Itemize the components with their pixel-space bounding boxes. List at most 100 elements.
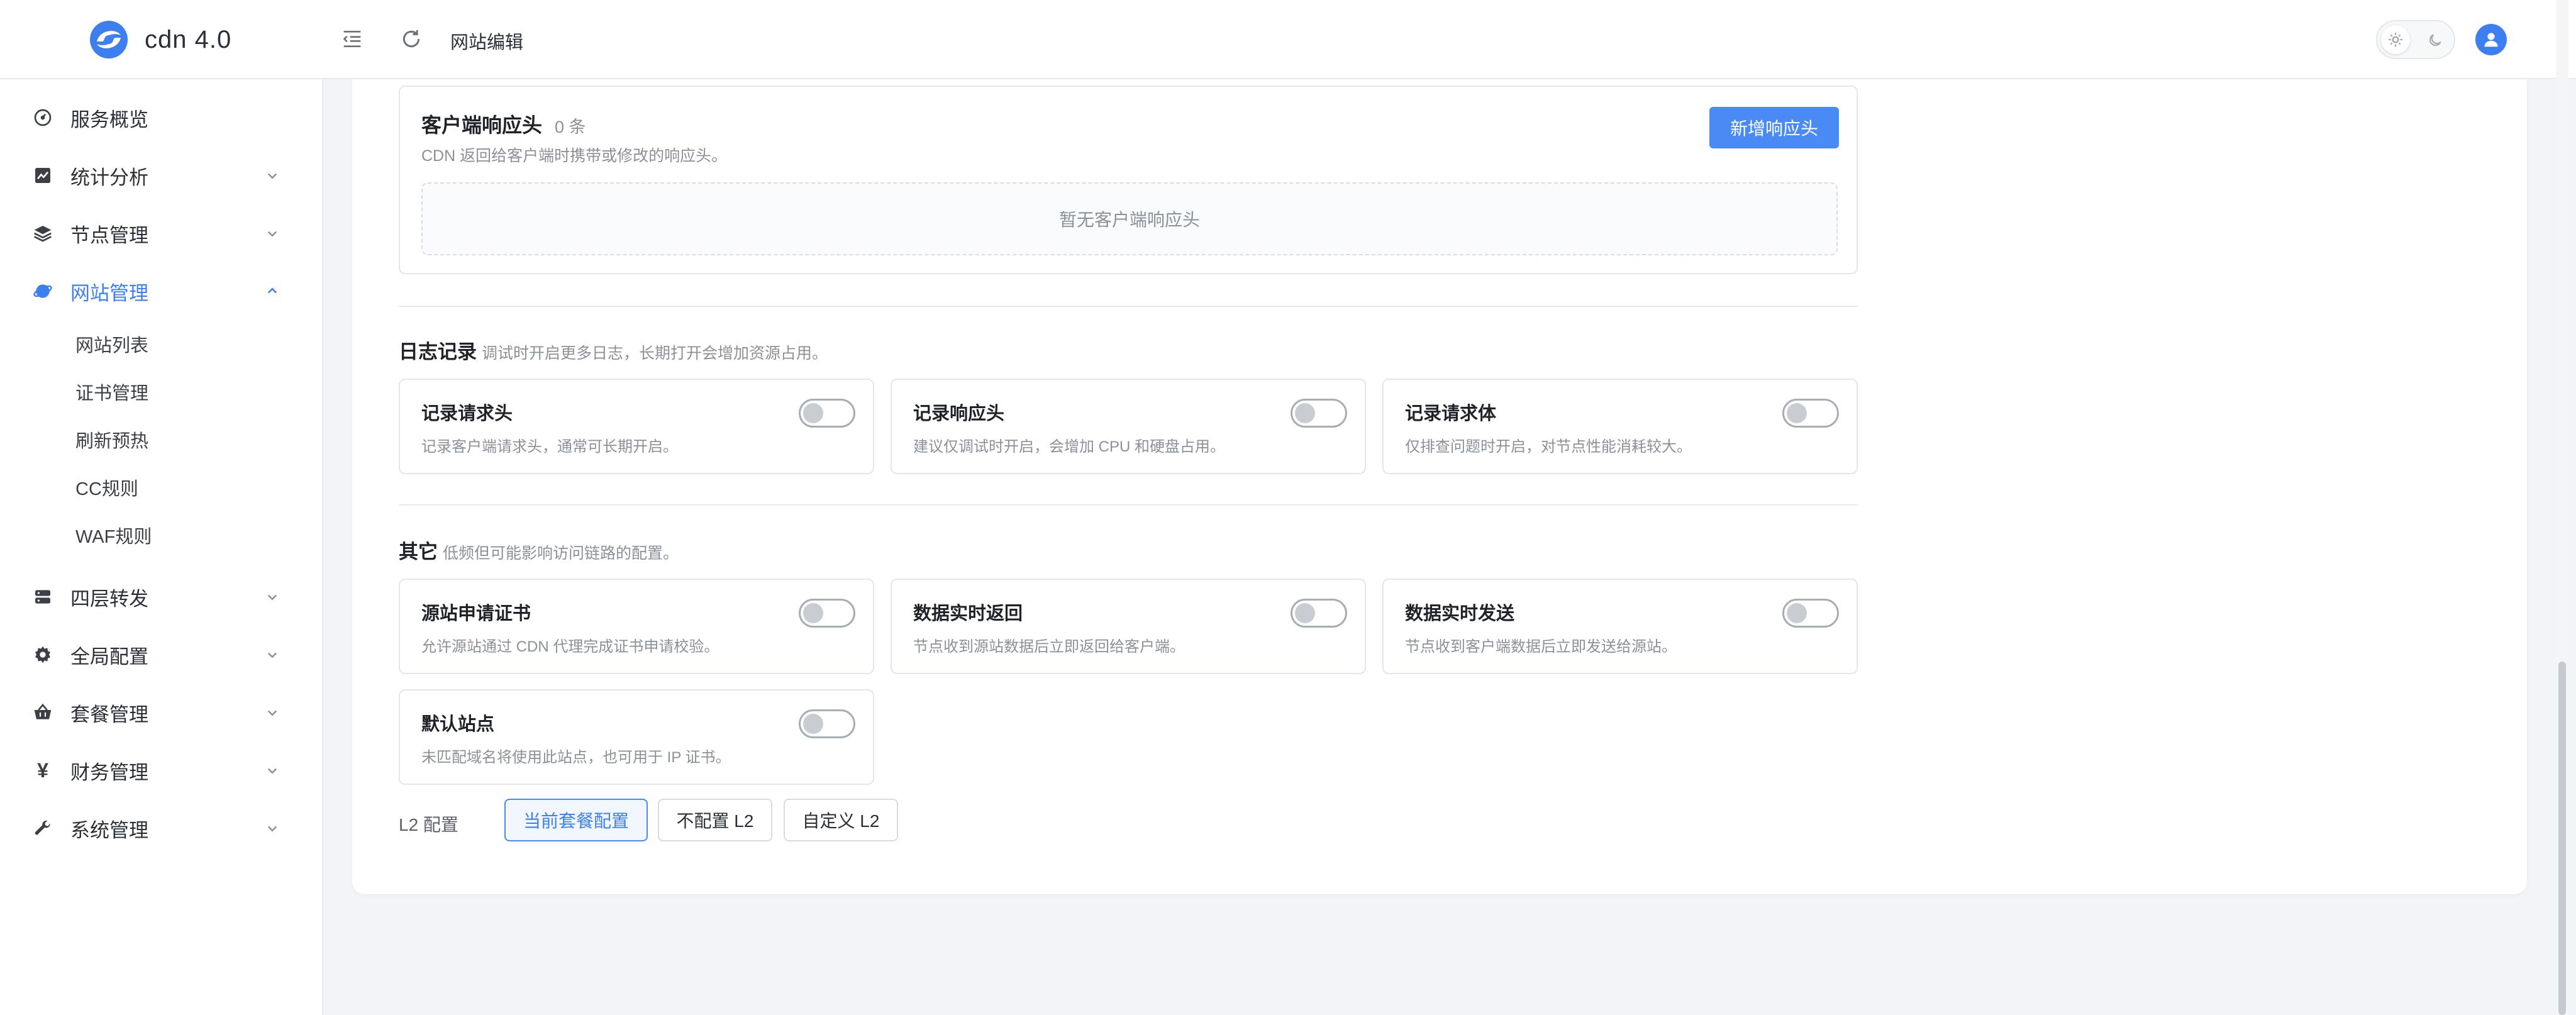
chart-icon: [35, 168, 50, 183]
add-response-header-button[interactable]: 新增响应头: [1709, 107, 1839, 148]
response-headers-panel: 客户端响应头 0 条 CDN 返回给客户端时携带或修改的响应头。 新增响应头 暂…: [399, 86, 1858, 274]
other-section-title: 其它: [399, 541, 438, 563]
sidebar-item-l4-forward[interactable]: 四层转发: [0, 569, 322, 625]
empty-state-text: 暂无客户端响应头: [1058, 210, 1200, 230]
chevron-down-icon: [267, 594, 277, 601]
sidebar-item-global-config[interactable]: 全局配置: [0, 626, 322, 683]
wrench-icon: [35, 820, 51, 835]
sidebar-item-label: 财务管理: [70, 761, 148, 784]
option-title: 记录请求体: [1405, 404, 1497, 424]
option-description: 记录客户端请求头，通常可长期开启。: [421, 438, 678, 455]
l2-option-none[interactable]: 不配置 L2: [658, 799, 772, 841]
sidebar-item-finance[interactable]: ¥ 财务管理: [0, 742, 322, 799]
realtime-return-card: 数据实时返回 节点收到源站数据后立即返回给客户端。: [891, 579, 1366, 674]
logging-section-title: 日志记录: [399, 341, 477, 363]
sidebar-item-label: 套餐管理: [70, 703, 148, 726]
sidebar-item-label: 服务概览: [70, 108, 148, 131]
log-response-headers-toggle[interactable]: [1291, 399, 1347, 428]
scrollbar-thumb[interactable]: [2558, 662, 2566, 1015]
yen-icon: ¥: [37, 758, 48, 782]
sidebar-item-system[interactable]: 系统管理: [0, 800, 322, 857]
server-icon: [35, 590, 50, 604]
sidebar-item-label: 网站管理: [70, 282, 148, 304]
option-description: 未匹配域名将使用此站点，也可用于 IP 证书。: [421, 749, 731, 766]
user-icon: [2484, 33, 2498, 47]
option-title: 记录响应头: [913, 404, 1005, 424]
chevron-up-icon: [267, 287, 277, 294]
sidebar-item-websites[interactable]: 网站管理: [0, 263, 322, 319]
sidebar-item-plans[interactable]: 套餐管理: [0, 684, 322, 741]
chevron-down-icon: [267, 710, 277, 716]
theme-toggle[interactable]: [2376, 20, 2455, 59]
default-site-card: 默认站点 未匹配域名将使用此站点，也可用于 IP 证书。: [399, 689, 874, 785]
l2-config-label: L2 配置: [399, 815, 458, 835]
chevron-down-icon: [267, 768, 277, 774]
logo-icon: [90, 21, 128, 58]
option-title: 源站申请证书: [421, 604, 531, 624]
origin-cert-request-toggle[interactable]: [799, 599, 855, 628]
app-logo[interactable]: cdn 4.0: [88, 19, 231, 60]
response-headers-title: 客户端响应头: [421, 114, 543, 136]
other-section-header: 其它 低频但可能影响访问链路的配置。: [399, 536, 679, 564]
sun-icon: [2381, 25, 2410, 54]
logging-section-header: 日志记录 调试时开启更多日志，长期打开会增加资源占用。: [399, 336, 828, 364]
refresh-icon[interactable]: [399, 26, 424, 52]
sidebar-item-label: 系统管理: [70, 819, 148, 841]
sidebar-item-statistics[interactable]: 统计分析: [0, 147, 322, 204]
option-description: 仅排查问题时开启，对节点性能消耗较大。: [1405, 438, 1692, 455]
sidebar: 服务概览 统计分析 节点管理 网站管理 网站列表 证书管理 刷新预热 CC规则 …: [0, 79, 323, 1015]
log-request-headers-toggle[interactable]: [799, 399, 855, 428]
empty-state: 暂无客户端响应头: [421, 182, 1838, 255]
section-divider: [399, 504, 1858, 506]
response-headers-count: 0 条: [555, 118, 586, 136]
sidebar-item-label: 统计分析: [70, 166, 148, 189]
log-request-body-toggle[interactable]: [1782, 399, 1839, 428]
chevron-down-icon: [267, 826, 277, 832]
sidebar-item-overview[interactable]: 服务概览: [0, 89, 322, 146]
collapse-menu-icon[interactable]: [340, 26, 365, 52]
default-site-toggle[interactable]: [799, 709, 855, 738]
origin-cert-request-card: 源站申请证书 允许源站通过 CDN 代理完成证书申请校验。: [399, 579, 874, 674]
user-avatar[interactable]: [2475, 24, 2507, 55]
gear-icon: [35, 646, 50, 663]
moon-icon: [2421, 26, 2449, 54]
log-response-headers-card: 记录响应头 建议仅调试时开启，会增加 CPU 和硬盘占用。: [891, 379, 1366, 474]
sidebar-item-label: 节点管理: [70, 224, 148, 247]
page-title: 网站编辑: [450, 33, 524, 53]
sidebar-subitem-cc-rules[interactable]: CC规则: [75, 477, 138, 502]
option-description: 建议仅调试时开启，会增加 CPU 和硬盘占用。: [913, 438, 1226, 455]
sidebar-subitem-certificates[interactable]: 证书管理: [75, 381, 148, 406]
sidebar-item-label: 全局配置: [70, 645, 148, 668]
app-name: cdn 4.0: [145, 25, 232, 53]
sidebar-item-nodes[interactable]: 节点管理: [0, 205, 322, 262]
top-header: cdn 4.0 网站编辑: [0, 0, 2576, 79]
log-request-headers-card: 记录请求头 记录客户端请求头，通常可长期开启。: [399, 379, 874, 474]
section-divider: [399, 306, 1858, 307]
response-headers-description: CDN 返回给客户端时携带或修改的响应头。: [421, 147, 728, 165]
realtime-send-toggle[interactable]: [1782, 599, 1839, 628]
option-description: 节点收到源站数据后立即返回给客户端。: [913, 638, 1185, 655]
option-title: 数据实时返回: [913, 604, 1023, 624]
sidebar-subitem-site-list[interactable]: 网站列表: [75, 333, 148, 358]
layers-icon: [34, 226, 52, 242]
option-description: 节点收到客户端数据后立即发送给源站。: [1405, 638, 1677, 655]
realtime-return-toggle[interactable]: [1291, 599, 1347, 628]
l2-option-current-plan[interactable]: 当前套餐配置: [504, 799, 648, 841]
option-title: 记录请求头: [421, 404, 513, 424]
chevron-down-icon: [267, 231, 277, 237]
globe-icon: [33, 284, 52, 298]
l2-option-custom[interactable]: 自定义 L2: [784, 799, 898, 841]
option-title: 默认站点: [421, 714, 495, 735]
realtime-send-card: 数据实时发送 节点收到客户端数据后立即发送给源站。: [1382, 579, 1858, 674]
sidebar-item-label: 四层转发: [70, 587, 148, 610]
sidebar-subitem-waf-rules[interactable]: WAF规则: [75, 524, 152, 550]
option-description: 允许源站通过 CDN 代理完成证书申请校验。: [421, 638, 719, 655]
chevron-down-icon: [267, 173, 277, 179]
dashboard-icon: [34, 109, 52, 126]
sidebar-subitem-cache-refresh[interactable]: 刷新预热: [75, 429, 148, 454]
option-title: 数据实时发送: [1405, 604, 1515, 624]
other-section-description: 低频但可能影响访问链路的配置。: [443, 545, 679, 562]
log-request-body-card: 记录请求体 仅排查问题时开启，对节点性能消耗较大。: [1382, 379, 1858, 474]
basket-icon: [34, 703, 52, 719]
chevron-down-icon: [267, 652, 277, 658]
